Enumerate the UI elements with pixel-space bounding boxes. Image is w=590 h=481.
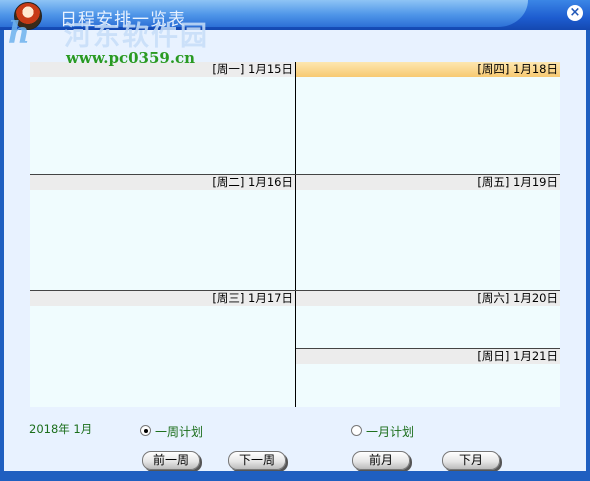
- day-header-wed: [周三] 1月17日: [30, 291, 295, 306]
- row-divider: [296, 348, 560, 349]
- day-panel-tue[interactable]: [周二] 1月16日: [30, 175, 295, 290]
- day-header-sat: [周六] 1月20日: [296, 291, 560, 306]
- row-divider: [30, 174, 560, 175]
- prev-month-button[interactable]: 前月: [352, 451, 410, 470]
- week-view-radio[interactable]: [140, 425, 151, 436]
- day-header-thu: [周四] 1月18日: [296, 62, 560, 77]
- prev-week-button[interactable]: 前一周: [142, 451, 200, 470]
- day-panel-mon[interactable]: [周一] 1月15日: [30, 62, 295, 174]
- watermark-logo-icon: h: [8, 16, 30, 51]
- day-panel-thu[interactable]: [周四] 1月18日: [296, 62, 560, 174]
- window-bottom-border: [0, 471, 590, 481]
- day-panel-sun[interactable]: [周日] 1月21日: [296, 349, 560, 407]
- month-view-radio[interactable]: [351, 425, 362, 436]
- day-header-fri: [周五] 1月19日: [296, 175, 560, 190]
- content-area: [周一] 1月15日 [周二] 1月16日 [周三] 1月17日 [周四] 1月…: [4, 30, 586, 471]
- watermark-site-name: 河东软件园: [64, 21, 209, 52]
- watermark-url: www.pc0359.cn: [66, 49, 196, 67]
- current-year-month: 2018年 1月: [29, 422, 93, 436]
- day-panel-sat[interactable]: [周六] 1月20日: [296, 291, 560, 348]
- day-panel-fri[interactable]: [周五] 1月19日: [296, 175, 560, 290]
- day-panel-wed[interactable]: [周三] 1月17日: [30, 291, 295, 407]
- row-divider: [30, 290, 560, 291]
- day-header-tue: [周二] 1月16日: [30, 175, 295, 190]
- next-week-button[interactable]: 下一周: [228, 451, 286, 470]
- month-view-label[interactable]: 一月计划: [366, 423, 414, 440]
- next-month-button[interactable]: 下月: [442, 451, 500, 470]
- week-view-label[interactable]: 一周计划: [155, 423, 203, 440]
- column-divider: [295, 62, 296, 407]
- close-button[interactable]: ×: [567, 5, 583, 21]
- day-header-sun: [周日] 1月21日: [296, 349, 560, 364]
